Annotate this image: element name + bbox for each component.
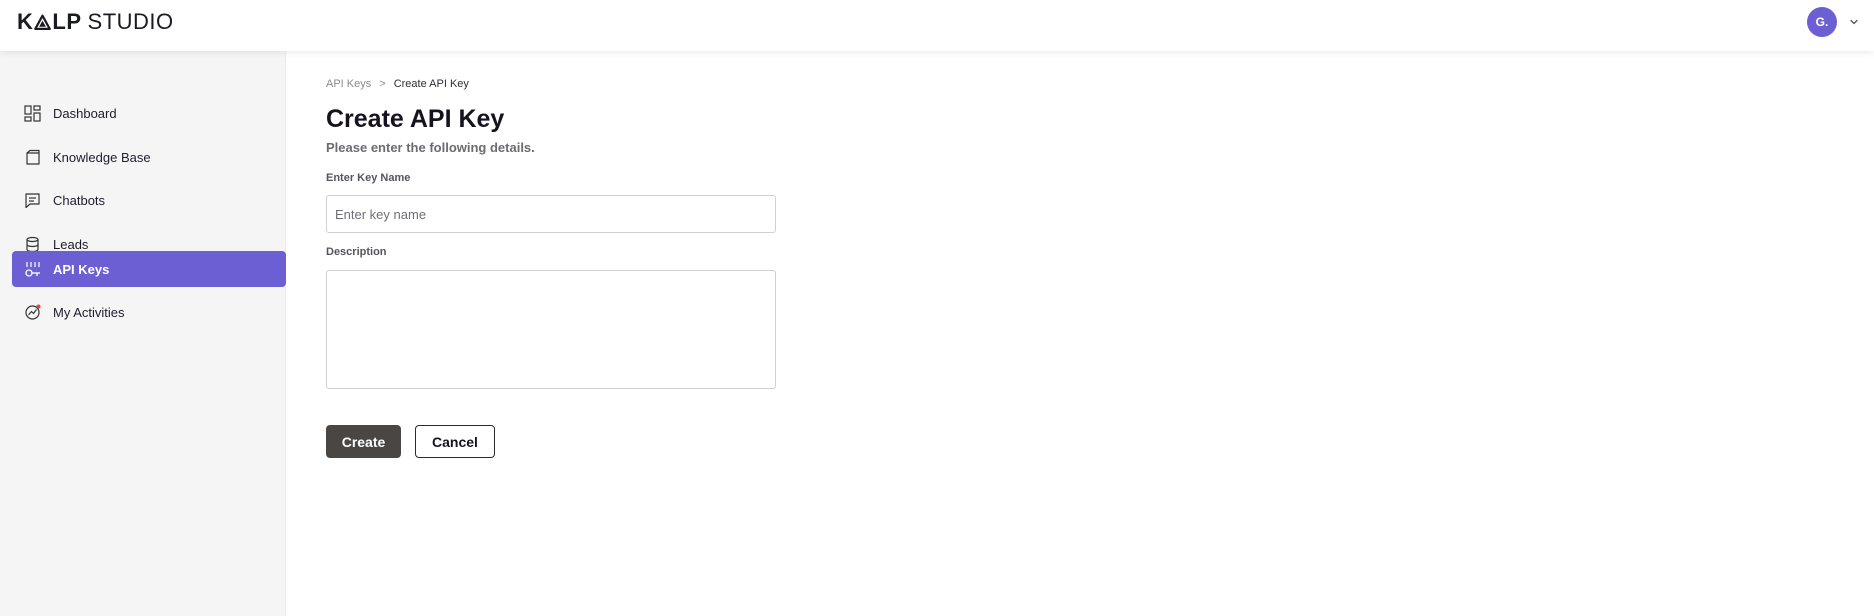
page-subtitle: Please enter the following details. (326, 140, 535, 155)
user-avatar[interactable]: G. (1807, 7, 1837, 37)
logo-triangle-icon (34, 14, 52, 30)
key-name-input[interactable] (326, 195, 776, 233)
page-title: Create API Key (326, 105, 505, 133)
breadcrumb-separator: > (379, 78, 386, 90)
logo-letter-k: K (17, 9, 34, 34)
kalp-studio-logo[interactable]: K LP STUDIO (17, 9, 174, 35)
dashboard-icon (24, 105, 41, 122)
breadcrumb-api-keys-link[interactable]: API Keys (326, 78, 371, 90)
logo-letters-lp: LP (52, 9, 82, 34)
sidebar-item-label: Chatbots (53, 192, 106, 208)
logo-studio-text: STUDIO (87, 9, 174, 34)
breadcrumb: API Keys > Create API Key (326, 78, 469, 90)
chatbots-icon (25, 193, 40, 209)
logo-wordmark: K LP (17, 9, 82, 35)
chevron-down-icon[interactable] (1848, 16, 1860, 28)
sidebar-item-label: API Keys (53, 261, 110, 277)
sidebar-item-label: My Activities (53, 304, 125, 320)
breadcrumb-current: Create API Key (393, 78, 469, 90)
sidebar-item-api-keys[interactable]: API Keys (12, 251, 286, 287)
sidebar-item-knowledge-base[interactable]: Knowledge Base (12, 139, 286, 175)
sidebar: Dashboard Knowledge Base Chatbots Leads (0, 51, 286, 616)
key-name-label: Enter Key Name (326, 172, 411, 184)
sidebar-item-label: Knowledge Base (53, 149, 151, 165)
sidebar-item-chatbots[interactable]: Chatbots (12, 182, 286, 218)
sidebar-item-label: Leads (53, 236, 89, 252)
top-bar: K LP STUDIO G. (0, 0, 1874, 51)
knowledge-base-icon (26, 149, 40, 165)
sidebar-item-label: Dashboard (53, 105, 117, 121)
description-textarea[interactable] (326, 270, 776, 389)
sidebar-item-my-activities[interactable]: My Activities (12, 294, 286, 330)
create-button[interactable]: Create (326, 425, 401, 458)
description-label: Description (326, 246, 387, 258)
avatar-initials: G. (1815, 15, 1829, 29)
cancel-button[interactable]: Cancel (415, 425, 495, 458)
my-activities-icon (25, 304, 41, 320)
sidebar-item-dashboard[interactable]: Dashboard (12, 95, 286, 131)
api-keys-icon (25, 262, 40, 277)
